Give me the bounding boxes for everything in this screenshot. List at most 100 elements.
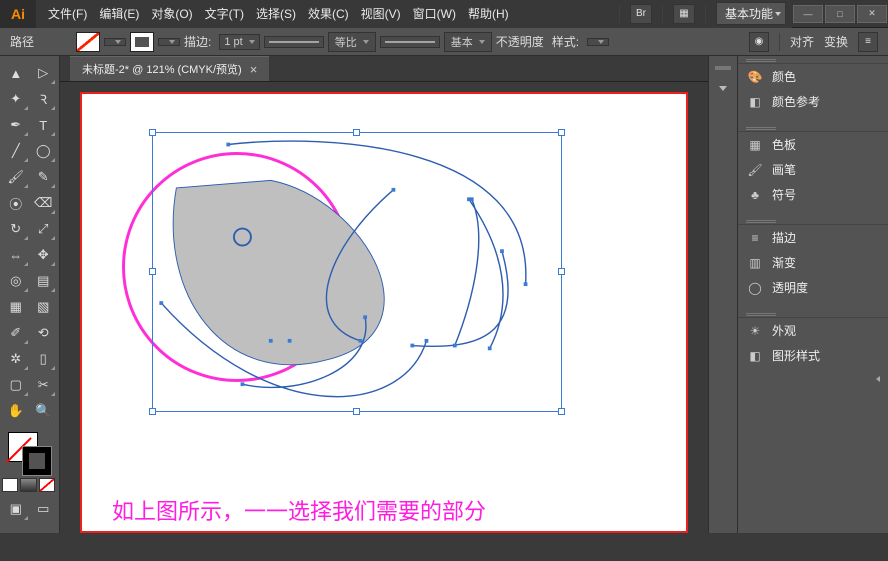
eyedropper-tool[interactable]: ✐ (3, 321, 29, 345)
transform-label[interactable]: 变换 (824, 33, 848, 50)
eraser-tool[interactable]: ⌫ (31, 191, 57, 215)
free-transform-tool[interactable]: ✥ (31, 243, 57, 267)
selection-type: 路径 (10, 33, 34, 50)
mesh-tool[interactable]: ▦ (3, 295, 29, 319)
bridge-icon[interactable]: Br (630, 4, 652, 24)
slice-tool[interactable]: ✂ (31, 373, 57, 397)
menu-window[interactable]: 窗口(W) (407, 1, 462, 26)
doc-tab[interactable]: 未标题-2* @ 121% (CMYK/预览) × (70, 56, 269, 81)
panel-color-guide[interactable]: ◧ 颜色参考 (738, 89, 888, 114)
zoom-tool[interactable]: 🔍 (31, 399, 57, 423)
scale-tool[interactable]: ⤢ (31, 217, 57, 241)
none-mode[interactable] (39, 478, 55, 492)
type-tool[interactable]: T (31, 113, 57, 137)
menu-select[interactable]: 选择(S) (250, 1, 302, 26)
symbol-sprayer-tool[interactable]: ✲ (3, 347, 29, 371)
stroke-label[interactable]: 描边: (184, 33, 211, 50)
fill-swatch[interactable] (76, 32, 100, 52)
app-logo: Ai (0, 0, 36, 28)
menu-edit[interactable]: 编辑(E) (93, 1, 145, 26)
appearance-icon: ☀ (746, 323, 764, 339)
colorguide-icon: ◧ (746, 94, 764, 110)
minimize-button[interactable]: ― (793, 5, 823, 23)
fill-stroke-indicator[interactable] (2, 430, 57, 474)
menu-help[interactable]: 帮助(H) (462, 1, 515, 26)
collapse-arrow-icon[interactable] (876, 376, 880, 382)
blob-tool[interactable]: ⦿ (3, 191, 29, 215)
stroke-weight[interactable]: 1 pt (219, 34, 259, 50)
panel-label: 画笔 (772, 161, 796, 178)
panel-menu-icon[interactable]: ≡ (858, 32, 878, 52)
direct-select-tool[interactable]: ▷ (31, 61, 57, 85)
panel-color[interactable]: 🎨颜色 (738, 64, 888, 89)
panel-graphic-styles[interactable]: ◧图形样式 (738, 343, 888, 368)
menu-type[interactable]: 文字(T) (199, 1, 250, 26)
stroke-dropdown[interactable] (158, 38, 180, 46)
graphicstyle-icon: ◧ (746, 348, 764, 364)
brush-select[interactable]: 基本 (444, 32, 492, 52)
titlebar: Ai 文件(F) 编辑(E) 对象(O) 文字(T) 选择(S) 效果(C) 视… (0, 0, 888, 28)
arrange-docs-icon[interactable]: ▦ (673, 4, 695, 24)
color-mode[interactable] (2, 478, 18, 492)
fill-dropdown[interactable] (104, 38, 126, 46)
close-tab-icon[interactable]: × (250, 62, 258, 77)
panel-stroke[interactable]: ≡描边 (738, 225, 888, 250)
draw-mode[interactable]: ▣ (3, 497, 29, 521)
style-label: 样式: (552, 33, 579, 50)
shape-builder-tool[interactable]: ◎ (3, 269, 29, 293)
selection-tool[interactable]: ▲ (3, 61, 29, 85)
panel-label: 色板 (772, 136, 796, 153)
pencil-tool[interactable]: ✎ (31, 165, 57, 189)
selection-box[interactable] (152, 132, 562, 412)
transparency-icon: ◯ (746, 280, 764, 296)
screen-mode[interactable]: ▭ (31, 497, 57, 521)
gradient-mode[interactable] (20, 478, 36, 492)
menu-effect[interactable]: 效果(C) (302, 1, 355, 26)
panel-label: 颜色参考 (772, 93, 820, 110)
panel-label: 颜色 (772, 68, 796, 85)
recolor-icon[interactable]: ◉ (749, 32, 769, 52)
panel-swatches[interactable]: ▦色板 (738, 132, 888, 157)
panel-gradient[interactable]: ▥ 渐变 (738, 250, 888, 275)
annotation-text: 如上图所示，一一选择我们需要的部分 (112, 494, 486, 526)
hand-tool[interactable]: ✋ (3, 399, 29, 423)
panel-transparency[interactable]: ◯透明度 (738, 275, 888, 300)
blend-tool[interactable]: ⟲ (31, 321, 57, 345)
panel-dock-rail[interactable] (708, 56, 738, 533)
pen-tool[interactable]: ✒ (3, 113, 29, 137)
close-button[interactable]: ✕ (857, 5, 887, 23)
panel-label: 渐变 (772, 254, 796, 271)
panel-symbols[interactable]: ♣符号 (738, 182, 888, 207)
paintbrush-tool[interactable]: 🖌 (3, 165, 29, 189)
rotate-tool[interactable]: ↻ (3, 217, 29, 241)
panel-brushes[interactable]: 🖌画笔 (738, 157, 888, 182)
toolbox: ▲▷ ✦Ꝛ ✒T ╱◯ 🖌✎ ⦿⌫ ↻⤢ ⇔✥ ◎▤ ▦▧ ✐⟲ ✲▯ ▢✂ ✋… (0, 56, 60, 533)
opacity-label[interactable]: 不透明度 (496, 33, 544, 50)
maximize-button[interactable]: □ (825, 5, 855, 23)
menu-view[interactable]: 视图(V) (355, 1, 407, 26)
document-area: 未标题-2* @ 121% (CMYK/预览) × (60, 56, 708, 533)
panel-appearance[interactable]: ☀外观 (738, 318, 888, 343)
gradient-icon: ▥ (746, 255, 764, 271)
style-dropdown[interactable] (587, 38, 609, 46)
profile-preview[interactable] (264, 36, 324, 48)
width-tool[interactable]: ⇔ (3, 243, 29, 267)
brush-preview[interactable] (380, 36, 440, 48)
perspective-tool[interactable]: ▤ (31, 269, 57, 293)
profile-select[interactable]: 等比 (328, 32, 376, 52)
align-label[interactable]: 对齐 (790, 33, 814, 50)
artboard-tool[interactable]: ▢ (3, 373, 29, 397)
gradient-tool[interactable]: ▧ (31, 295, 57, 319)
panels-dock: 🎨颜色 ◧ 颜色参考 ▦色板 🖌画笔 ♣符号 ≡描边 ▥ 渐变 ◯透明度 ☀外观 ◧… (738, 56, 888, 533)
menu-object[interactable]: 对象(O) (145, 1, 198, 26)
column-graph-tool[interactable]: ▯ (31, 347, 57, 371)
line-tool[interactable]: ╱ (3, 139, 29, 163)
symbol-icon: ♣ (746, 187, 764, 203)
menu-file[interactable]: 文件(F) (42, 1, 93, 26)
lasso-tool[interactable]: Ꝛ (31, 87, 57, 111)
shape-tool[interactable]: ◯ (31, 139, 57, 163)
stroke-swatch[interactable] (130, 32, 154, 52)
workspace-switcher[interactable]: 基本功能 (716, 2, 786, 25)
canvas[interactable]: 如上图所示，一一选择我们需要的部分 (80, 92, 688, 533)
magic-wand-tool[interactable]: ✦ (3, 87, 29, 111)
